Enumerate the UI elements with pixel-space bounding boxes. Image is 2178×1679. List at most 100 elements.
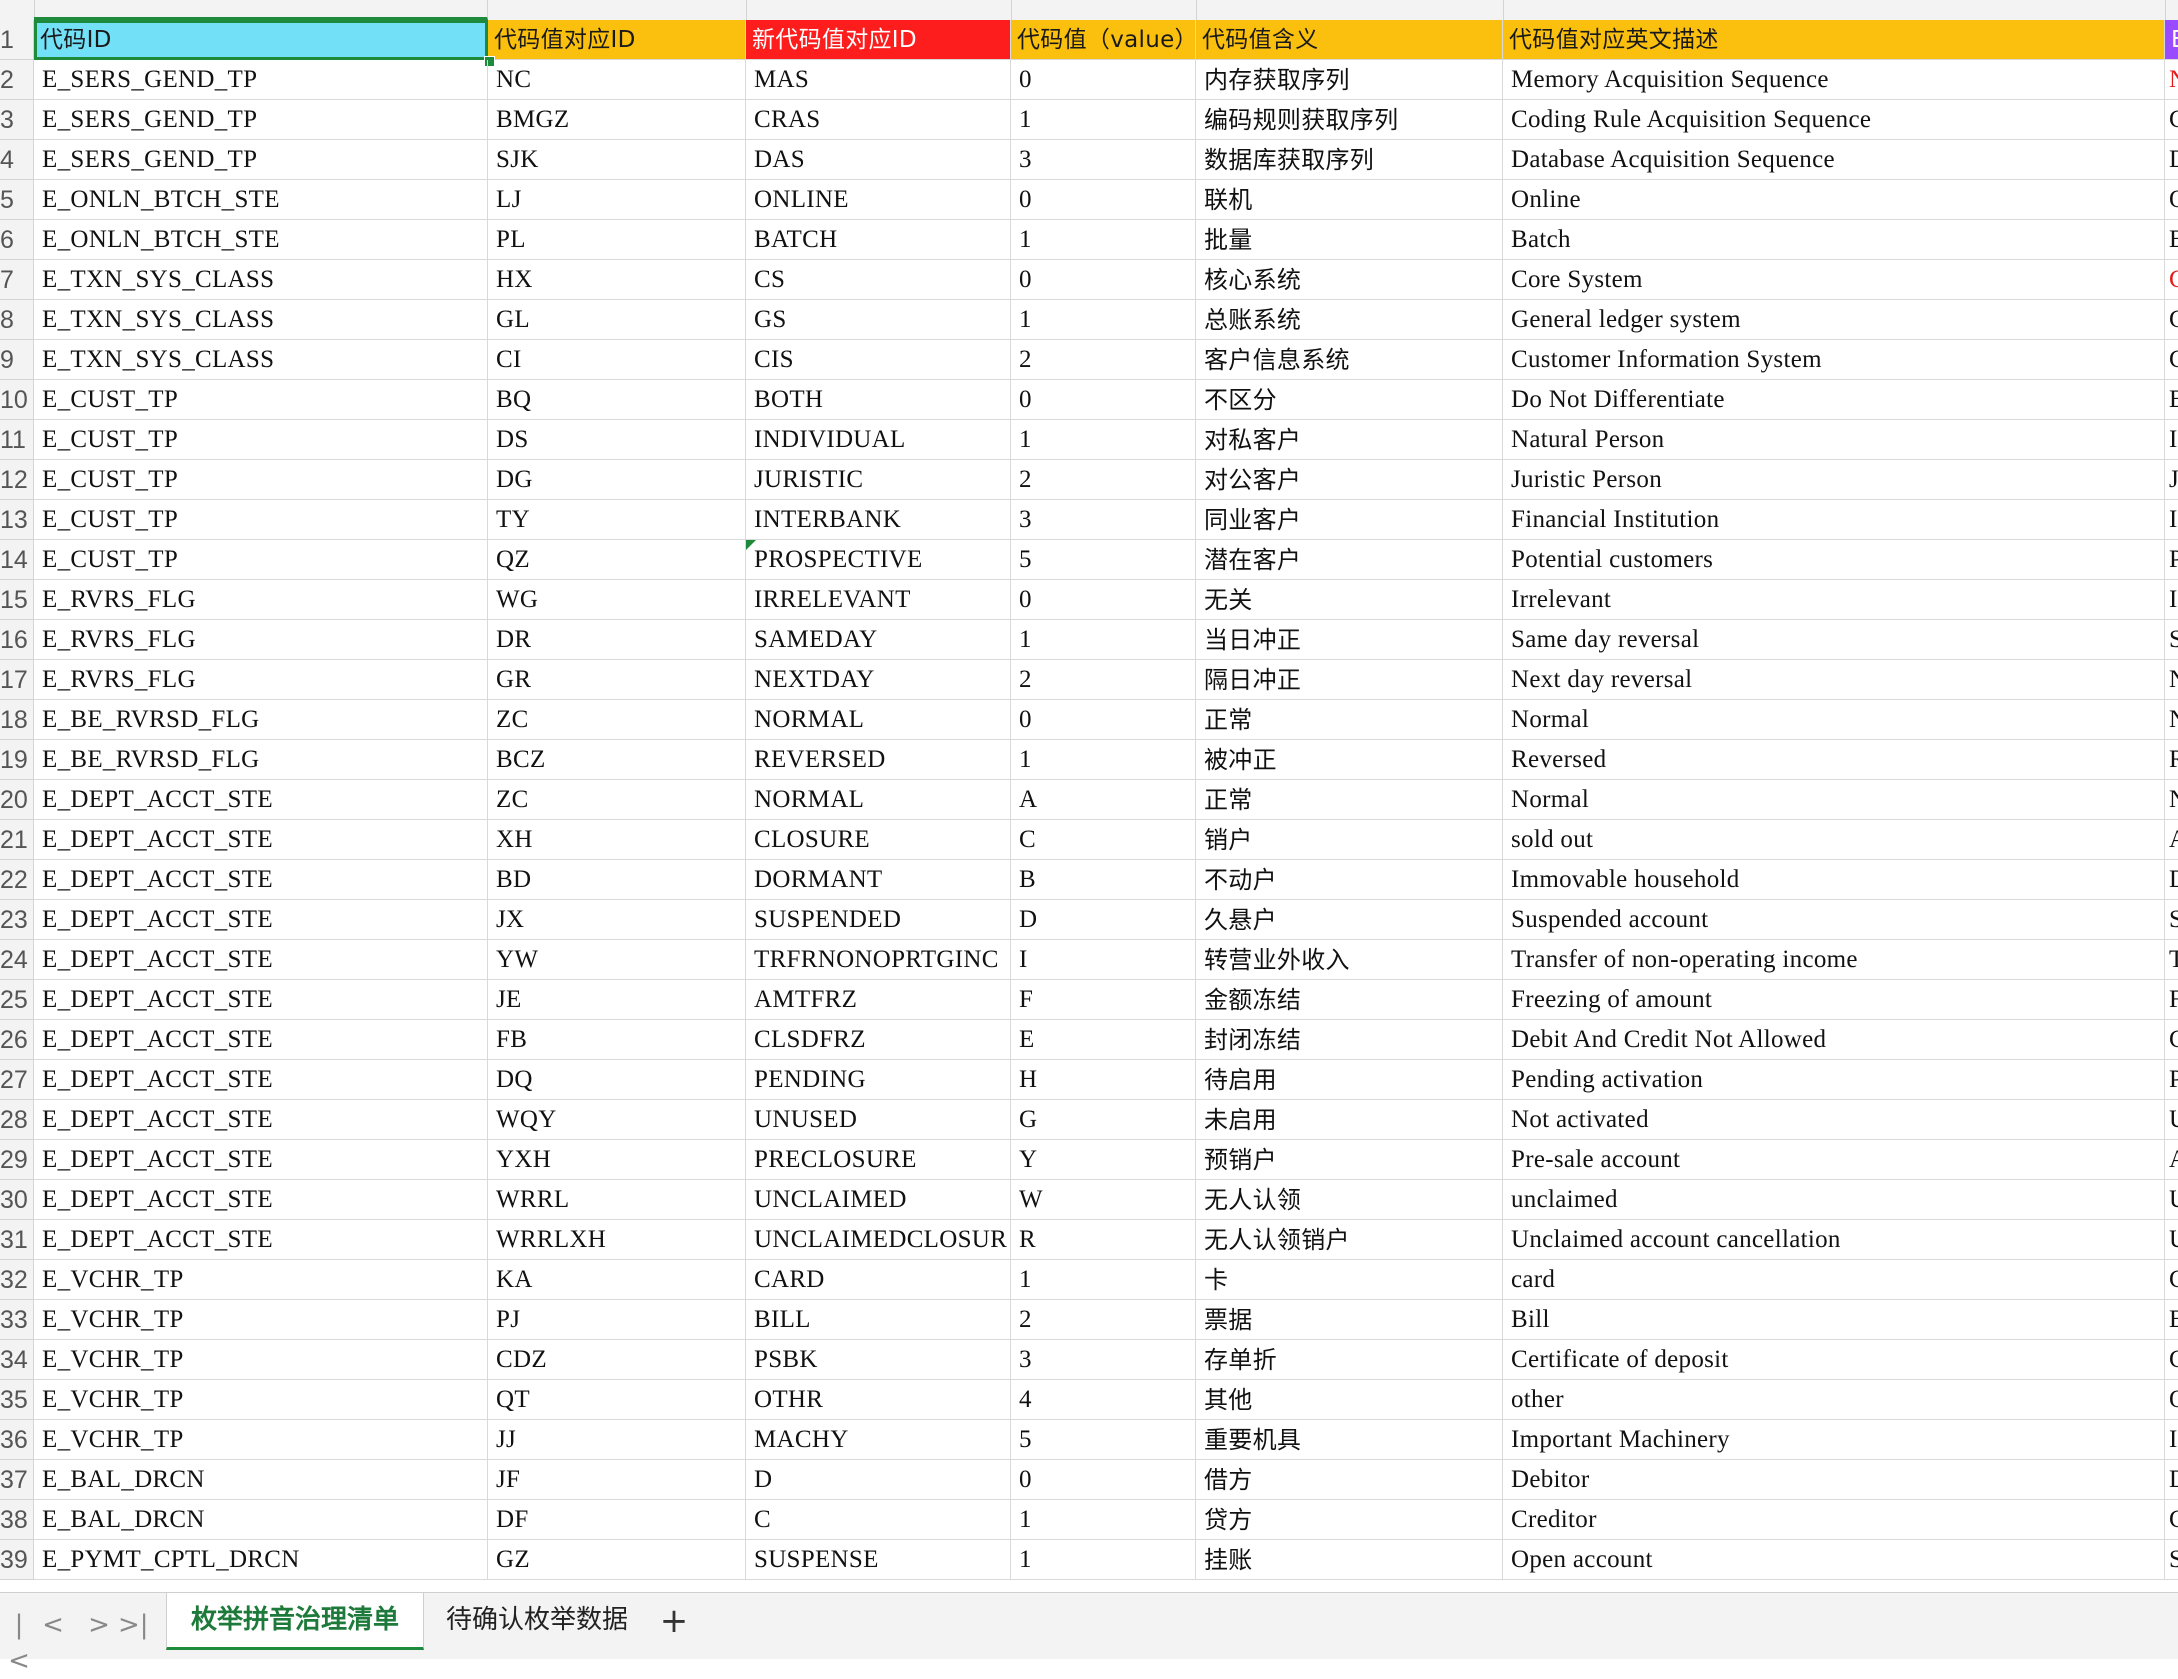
new-code-value-id-cell[interactable]: CS <box>746 260 1011 300</box>
code-value-id-cell[interactable]: NC <box>488 60 746 100</box>
code-value-id-cell[interactable]: BQ <box>488 380 746 420</box>
new-code-value-id-cell[interactable]: NEXTDAY <box>746 660 1011 700</box>
column-header-c[interactable] <box>746 0 1012 20</box>
row-number[interactable]: 28 <box>0 1100 34 1140</box>
code-value-id-cell[interactable]: PJ <box>488 1300 746 1340</box>
code-value-id-cell[interactable]: WRRLXH <box>488 1220 746 1260</box>
code-value-id-cell[interactable]: HX <box>488 260 746 300</box>
code-value-id-cell[interactable]: CDZ <box>488 1340 746 1380</box>
code-id-cell[interactable]: E_DEPT_ACCT_STE <box>34 940 488 980</box>
row-number[interactable]: 24 <box>0 940 34 980</box>
code-value-id-cell[interactable]: JF <box>488 1460 746 1500</box>
next-column-cell[interactable]: P <box>2165 1060 2178 1100</box>
next-column-cell[interactable]: N <box>2165 660 2178 700</box>
code-value-cell[interactable]: 2 <box>1011 460 1196 500</box>
code-value-id-cell[interactable]: BCZ <box>488 740 746 780</box>
code-meaning-cell[interactable]: 无人认领销户 <box>1196 1220 1503 1260</box>
header-cell-next-column[interactable]: B <box>2165 20 2178 60</box>
code-value-cell[interactable]: 1 <box>1011 1540 1196 1580</box>
code-value-cell[interactable]: H <box>1011 1060 1196 1100</box>
next-column-cell[interactable]: U <box>2165 1180 2178 1220</box>
code-value-id-cell[interactable]: GL <box>488 300 746 340</box>
next-column-cell[interactable]: C <box>2165 340 2178 380</box>
english-description-cell[interactable]: Customer Information System <box>1503 340 2165 380</box>
code-id-cell[interactable]: E_VCHR_TP <box>34 1340 488 1380</box>
select-all-corner[interactable] <box>0 0 35 20</box>
code-value-id-cell[interactable]: JE <box>488 980 746 1020</box>
code-value-cell[interactable]: 2 <box>1011 660 1196 700</box>
next-column-cell[interactable]: I <box>2165 500 2178 540</box>
new-code-value-id-cell[interactable]: BOTH <box>746 380 1011 420</box>
row-number[interactable]: 4 <box>0 140 34 180</box>
code-meaning-cell[interactable]: 数据库获取序列 <box>1196 140 1503 180</box>
code-meaning-cell[interactable]: 联机 <box>1196 180 1503 220</box>
row-number[interactable]: 32 <box>0 1260 34 1300</box>
next-column-cell[interactable]: C <box>2165 1500 2178 1540</box>
next-column-cell[interactable]: N <box>2165 780 2178 820</box>
code-meaning-cell[interactable]: 卡 <box>1196 1260 1503 1300</box>
code-value-id-cell[interactable]: GR <box>488 660 746 700</box>
code-id-cell[interactable]: E_ONLN_BTCH_STE <box>34 180 488 220</box>
english-description-cell[interactable]: Irrelevant <box>1503 580 2165 620</box>
code-value-cell[interactable]: 3 <box>1011 500 1196 540</box>
next-column-cell[interactable]: O <box>2165 1380 2178 1420</box>
column-header-d[interactable] <box>1011 0 1197 20</box>
code-value-cell[interactable]: F <box>1011 980 1196 1020</box>
new-code-value-id-cell[interactable]: D <box>746 1460 1011 1500</box>
code-meaning-cell[interactable]: 正常 <box>1196 780 1503 820</box>
new-code-value-id-cell[interactable]: NORMAL <box>746 780 1011 820</box>
next-column-cell[interactable]: C <box>2165 1260 2178 1300</box>
code-value-cell[interactable]: 1 <box>1011 220 1196 260</box>
next-column-cell[interactable]: D <box>2165 860 2178 900</box>
header-cell-new-code-value-id[interactable]: 新代码值对应ID <box>746 20 1011 60</box>
code-meaning-cell[interactable]: 同业客户 <box>1196 500 1503 540</box>
code-value-cell[interactable]: D <box>1011 900 1196 940</box>
code-meaning-cell[interactable]: 当日冲正 <box>1196 620 1503 660</box>
code-value-id-cell[interactable]: QZ <box>488 540 746 580</box>
row-number[interactable]: 7 <box>0 260 34 300</box>
next-column-cell[interactable]: C <box>2165 100 2178 140</box>
code-meaning-cell[interactable]: 总账系统 <box>1196 300 1503 340</box>
row-number[interactable]: 34 <box>0 1340 34 1380</box>
next-column-cell[interactable]: D <box>2165 1460 2178 1500</box>
english-description-cell[interactable]: Debit And Credit Not Allowed <box>1503 1020 2165 1060</box>
english-description-cell[interactable]: Suspended account <box>1503 900 2165 940</box>
row-number[interactable]: 17 <box>0 660 34 700</box>
new-code-value-id-cell[interactable]: UNCLAIMED <box>746 1180 1011 1220</box>
next-column-cell[interactable]: J <box>2165 460 2178 500</box>
code-meaning-cell[interactable]: 批量 <box>1196 220 1503 260</box>
code-id-cell[interactable]: E_CUST_TP <box>34 460 488 500</box>
english-description-cell[interactable]: Batch <box>1503 220 2165 260</box>
english-description-cell[interactable]: Important Machinery <box>1503 1420 2165 1460</box>
new-code-value-id-cell[interactable]: PROSPECTIVE <box>746 540 1011 580</box>
next-column-cell[interactable]: U <box>2165 1220 2178 1260</box>
row-number[interactable]: 3 <box>0 100 34 140</box>
code-value-id-cell[interactable]: YXH <box>488 1140 746 1180</box>
next-column-cell[interactable]: C <box>2165 260 2178 300</box>
sheet-tab-pending-enum-data[interactable]: 待确认枚举数据 <box>422 1593 652 1647</box>
code-meaning-cell[interactable]: 封闭冻结 <box>1196 1020 1503 1060</box>
next-column-cell[interactable]: B <box>2165 220 2178 260</box>
code-id-cell[interactable]: E_DEPT_ACCT_STE <box>34 1220 488 1260</box>
code-value-cell[interactable]: 0 <box>1011 260 1196 300</box>
next-column-cell[interactable]: T <box>2165 940 2178 980</box>
code-id-cell[interactable]: E_DEPT_ACCT_STE <box>34 1060 488 1100</box>
english-description-cell[interactable]: Memory Acquisition Sequence <box>1503 60 2165 100</box>
code-meaning-cell[interactable]: 预销户 <box>1196 1140 1503 1180</box>
code-meaning-cell[interactable]: 借方 <box>1196 1460 1503 1500</box>
new-code-value-id-cell[interactable]: UNCLAIMEDCLOSUR <box>746 1220 1011 1260</box>
row-number[interactable]: 21 <box>0 820 34 860</box>
row-number[interactable]: 11 <box>0 420 34 460</box>
code-value-cell[interactable]: 2 <box>1011 1300 1196 1340</box>
code-value-id-cell[interactable]: LJ <box>488 180 746 220</box>
code-value-cell[interactable]: W <box>1011 1180 1196 1220</box>
code-value-id-cell[interactable]: ZC <box>488 780 746 820</box>
english-description-cell[interactable]: Same day reversal <box>1503 620 2165 660</box>
english-description-cell[interactable]: Pre-sale account <box>1503 1140 2165 1180</box>
next-column-cell[interactable]: A <box>2165 1140 2178 1180</box>
row-number[interactable]: 10 <box>0 380 34 420</box>
english-description-cell[interactable]: Debitor <box>1503 1460 2165 1500</box>
next-column-cell[interactable]: I <box>2165 420 2178 460</box>
code-meaning-cell[interactable]: 其他 <box>1196 1380 1503 1420</box>
row-number[interactable]: 6 <box>0 220 34 260</box>
